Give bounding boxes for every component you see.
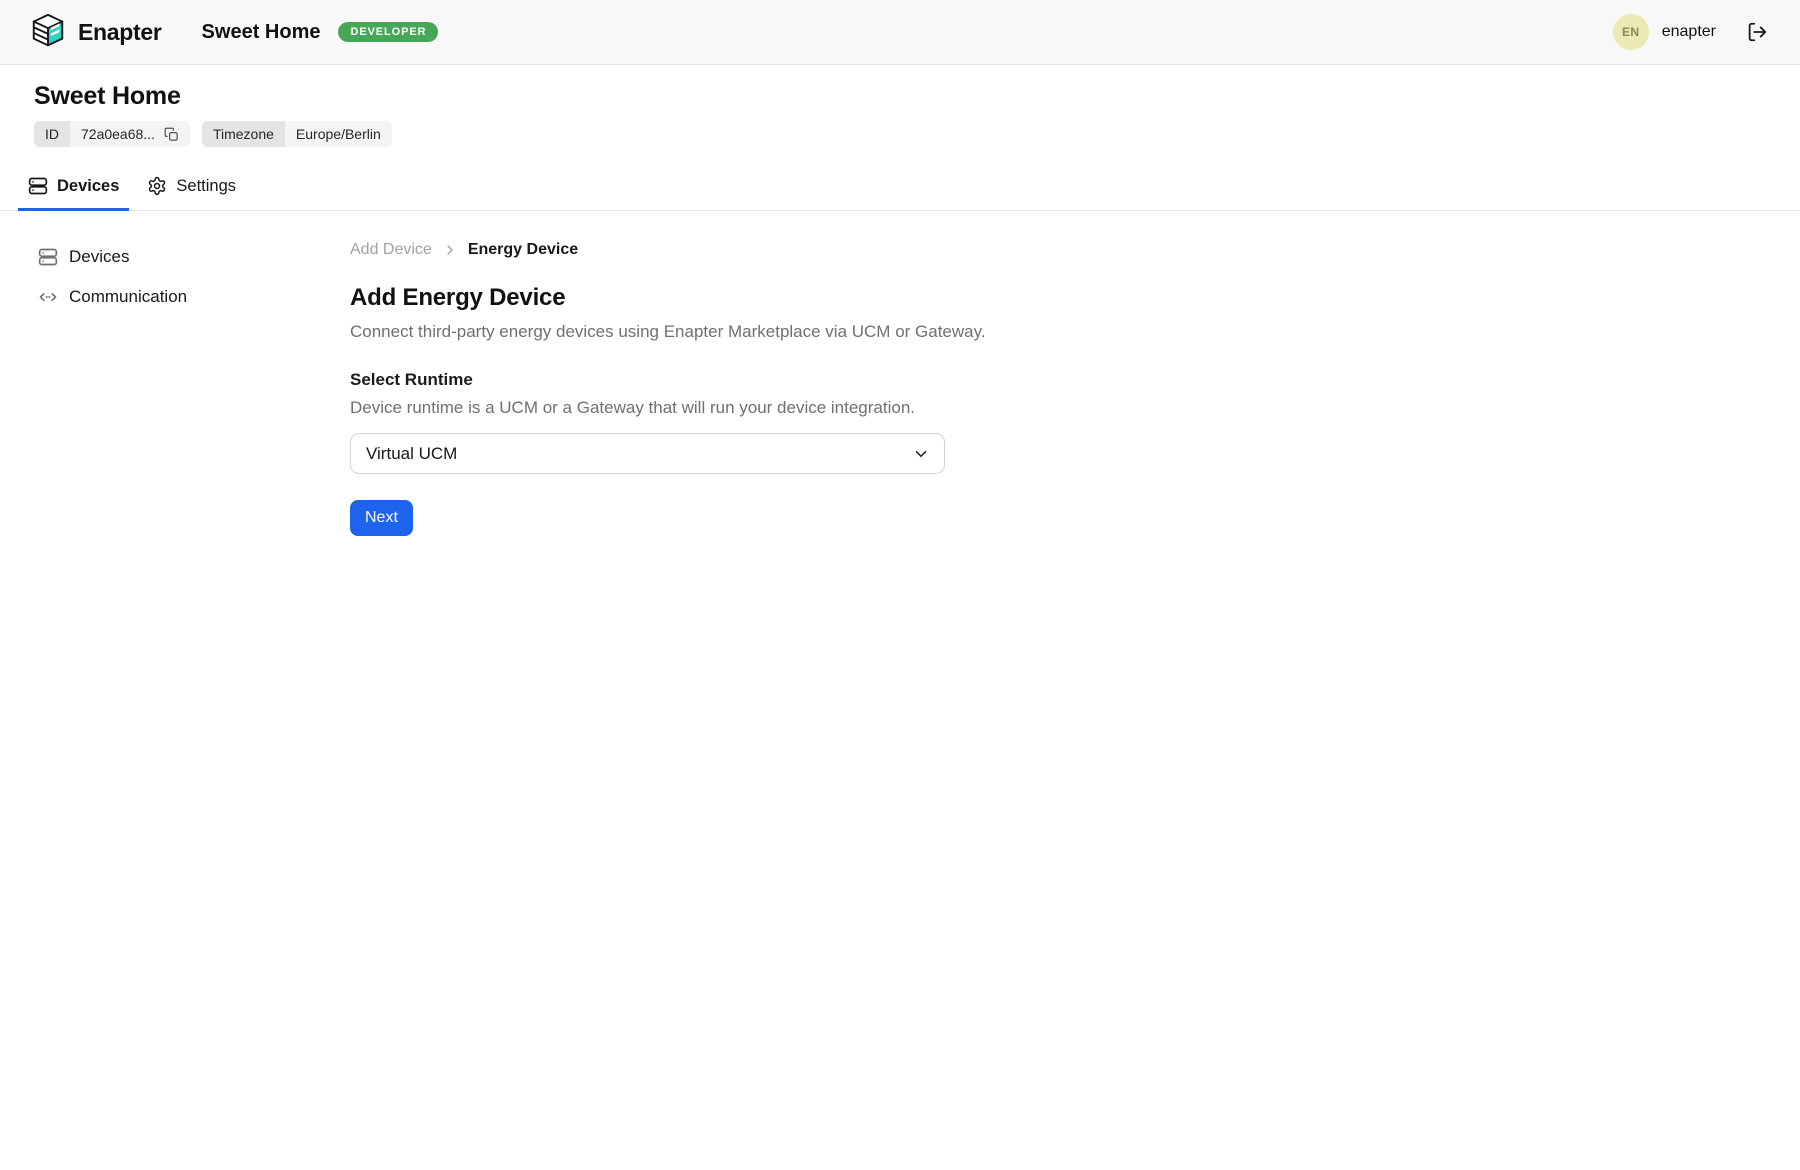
add-energy-device-description: Connect third-party energy devices using… — [350, 320, 1760, 343]
user-avatar[interactable]: EN — [1613, 14, 1649, 50]
timezone-value: Europe/Berlin — [285, 121, 392, 147]
timezone-label: Timezone — [202, 121, 285, 147]
site-id-value-wrap: 72a0ea68... — [70, 121, 190, 147]
runtime-select-value: Virtual UCM — [366, 444, 457, 464]
sidebar-item-devices-label: Devices — [69, 247, 129, 267]
logout-button[interactable] — [1746, 21, 1768, 43]
server-icon — [38, 247, 58, 267]
tab-settings[interactable]: Settings — [137, 163, 246, 210]
sidebar-item-communication[interactable]: Communication — [38, 287, 187, 307]
logout-icon — [1746, 21, 1768, 43]
navbar-site-name: Sweet Home — [202, 21, 321, 44]
tab-settings-label: Settings — [176, 177, 236, 196]
select-runtime-label: Select Runtime — [350, 369, 1760, 391]
chevron-right-icon — [442, 242, 458, 258]
site-id-label: ID — [34, 121, 70, 147]
page-title: Sweet Home — [34, 81, 1766, 111]
add-energy-device-heading: Add Energy Device — [350, 283, 1760, 312]
top-navbar: Enapter Sweet Home DEVELOPER EN enapter — [0, 0, 1800, 65]
main-panel: Add Device Energy Device Add Energy Devi… — [350, 211, 1800, 536]
brand-home-link[interactable]: Enapter — [29, 13, 162, 51]
breadcrumb-energy-device: Energy Device — [468, 241, 578, 259]
sidebar-item-communication-label: Communication — [69, 287, 187, 307]
page-tabs: Devices Settings — [0, 163, 1800, 211]
select-runtime-help: Device runtime is a UCM or a Gateway tha… — [350, 397, 1760, 419]
gear-icon — [147, 176, 167, 196]
timezone-badge: Timezone Europe/Berlin — [202, 121, 392, 147]
content-area: Devices Communication Add Device Energy … — [0, 211, 1800, 536]
next-button[interactable]: Next — [350, 500, 413, 536]
code-dots-icon — [38, 287, 58, 307]
site-meta-row: ID 72a0ea68... Timezone Europe/Berlin — [34, 121, 1766, 147]
brand-name: Enapter — [78, 19, 162, 46]
tab-devices[interactable]: Devices — [18, 163, 129, 210]
breadcrumb-add-device[interactable]: Add Device — [350, 241, 432, 259]
enapter-logo-icon — [29, 13, 67, 51]
navbar-right: EN enapter — [1613, 14, 1768, 50]
page-header: Sweet Home ID 72a0ea68... Timezone Europ… — [0, 65, 1800, 147]
site-id-value: 72a0ea68... — [81, 121, 155, 147]
sidebar-item-devices[interactable]: Devices — [38, 247, 129, 267]
site-id-badge: ID 72a0ea68... — [34, 121, 190, 147]
runtime-select[interactable]: Virtual UCM — [350, 433, 945, 474]
tab-devices-label: Devices — [57, 177, 119, 196]
sidebar: Devices Communication — [0, 211, 350, 327]
username-label: enapter — [1662, 23, 1716, 41]
copy-icon — [164, 127, 179, 142]
chevron-down-icon — [912, 445, 930, 463]
developer-badge: DEVELOPER — [338, 22, 438, 42]
breadcrumb: Add Device Energy Device — [350, 241, 1760, 259]
copy-id-button[interactable] — [164, 127, 179, 142]
server-icon — [28, 176, 48, 196]
